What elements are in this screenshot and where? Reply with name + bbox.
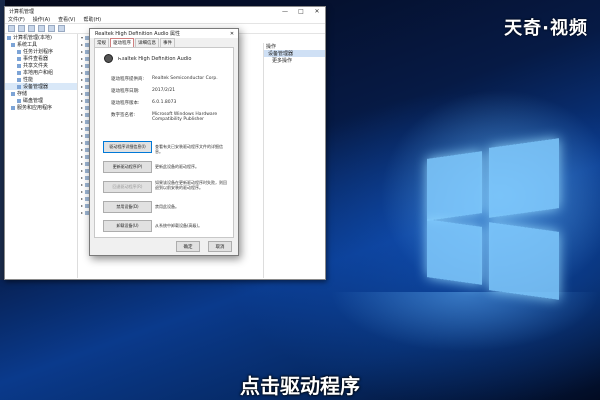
driver-version-row: 驱动程序版本: 6.0.1.8073 — [111, 100, 177, 106]
rollback-driver-desc: 如果该设备在更新驱动程序时失败，则回退到以前安装的驱动程序。 — [155, 180, 227, 190]
chevron-down-icon: ▾ — [81, 35, 84, 40]
more-actions-link[interactable]: 更多操作 — [264, 57, 325, 64]
tree-item-disk-management[interactable]: 磁盘管理 — [5, 97, 77, 104]
uninstall-device-button[interactable]: 卸载设备(U) — [103, 220, 152, 232]
navigation-tree: 计算机管理(本地) 系统工具 任务计划程序 事件查看器 共享文件夹 本地用户和组… — [5, 34, 78, 278]
title-bar: 计算机管理 — □ ✕ — [5, 7, 325, 16]
chevron-right-icon: ▸ — [81, 42, 84, 47]
driver-tab-panel: Realtek High Definition Audio 驱动程序提供商: Re… — [94, 47, 234, 238]
chevron-right-icon: ▸ — [81, 112, 84, 117]
chevron-right-icon: ▸ — [81, 175, 84, 180]
properties-dialog: Realtek High Definition Audio 属性 ✕ 常规 驱动… — [89, 28, 239, 256]
menu-bar: 文件(F) 操作(A) 查看(V) 帮助(H) — [5, 16, 325, 24]
chevron-right-icon: ▸ — [81, 84, 84, 89]
update-driver-desc: 更新此设备的驱动程序。 — [155, 164, 199, 169]
driver-details-desc: 查看有关已安装驱动程序文件的详细信息。 — [155, 144, 223, 154]
cancel-button[interactable]: 取消 — [208, 241, 232, 252]
ok-button[interactable]: 确定 — [176, 241, 200, 252]
tab-general[interactable]: 常规 — [94, 38, 109, 47]
tree-item-task-scheduler[interactable]: 任务计划程序 — [5, 48, 77, 55]
driver-provider-row: 驱动程序提供商: Realtek Semiconductor Corp. — [111, 76, 218, 82]
chevron-right-icon: ▸ — [81, 63, 84, 68]
storage-icon — [11, 91, 15, 96]
dialog-close-button[interactable]: ✕ — [226, 31, 238, 37]
dialog-tabs: 常规 驱动程序 详细信息 事件 — [90, 38, 238, 48]
disable-device-button[interactable]: 禁用设备(D) — [103, 201, 152, 213]
back-icon[interactable] — [8, 25, 15, 32]
digital-signer-row: 数字签名者: Microsoft Windows Hardware Compati… — [111, 112, 218, 122]
chevron-right-icon: ▸ — [81, 105, 84, 110]
tab-events[interactable]: 事件 — [160, 38, 175, 47]
scan-icon[interactable] — [58, 25, 65, 32]
chevron-right-icon: ▸ — [81, 168, 84, 173]
computer-icon — [7, 35, 11, 40]
chevron-right-icon: ▸ — [81, 77, 84, 82]
windows-logo — [405, 135, 575, 310]
tree-item-system-tools[interactable]: 系统工具 — [5, 41, 77, 48]
help-icon[interactable] — [48, 25, 55, 32]
forward-icon[interactable] — [18, 25, 25, 32]
driver-date-row: 驱动程序日期: 2017/2/21 — [111, 88, 176, 94]
speaker-icon — [104, 54, 113, 63]
performance-icon — [17, 77, 21, 82]
chevron-right-icon: ▸ — [81, 126, 84, 131]
video-caption: 点击驱动程序 — [240, 374, 360, 398]
tree-item-device-manager[interactable]: 设备管理器 — [5, 83, 77, 90]
chevron-right-icon: ▸ — [81, 56, 84, 61]
chevron-right-icon: ▸ — [81, 196, 84, 201]
tree-item-event-viewer[interactable]: 事件查看器 — [5, 55, 77, 62]
menu-action[interactable]: 操作(A) — [33, 16, 50, 23]
tree-item-performance[interactable]: 性能 — [5, 76, 77, 83]
watermark-logo: 天奇·视频 — [504, 18, 588, 39]
device-name: Realtek High Definition Audio — [118, 55, 192, 62]
uninstall-device-desc: 从系统中卸载设备(高级)。 — [155, 223, 203, 228]
update-driver-button[interactable]: 更新驱动程序(P) — [103, 161, 152, 173]
event-icon — [17, 56, 21, 61]
menu-view[interactable]: 查看(V) — [58, 16, 75, 23]
chevron-right-icon: ▸ — [81, 182, 84, 187]
chevron-right-icon: ▸ — [81, 140, 84, 145]
actions-title: 操作 — [264, 43, 325, 50]
menu-help[interactable]: 帮助(H) — [83, 16, 101, 23]
up-icon[interactable] — [28, 25, 35, 32]
chevron-right-icon: ▸ — [81, 91, 84, 96]
chevron-right-icon: ▸ — [81, 147, 84, 152]
services-icon — [11, 105, 15, 110]
driver-details-button[interactable]: 驱动程序详细信息(I) — [103, 141, 152, 153]
menu-file[interactable]: 文件(F) — [8, 16, 25, 23]
chevron-right-icon: ▸ — [81, 161, 84, 166]
device-manager-icon — [17, 84, 21, 89]
chevron-right-icon: ▸ — [81, 154, 84, 159]
chevron-right-icon: ▸ — [81, 119, 84, 124]
clock-icon — [17, 49, 21, 54]
chevron-right-icon: ▸ — [81, 203, 84, 208]
maximize-button[interactable]: □ — [293, 8, 309, 15]
tree-item-local-users[interactable]: 本地用户和组 — [5, 69, 77, 76]
chevron-right-icon: ▸ — [81, 133, 84, 138]
dialog-title-bar: Realtek High Definition Audio 属性 ✕ — [90, 29, 238, 38]
tree-item-storage[interactable]: 存储 — [5, 90, 77, 97]
chevron-right-icon: ▸ — [81, 98, 84, 103]
tab-details[interactable]: 详细信息 — [135, 38, 159, 47]
chevron-right-icon: ▸ — [81, 210, 84, 215]
chevron-right-icon: ▸ — [81, 70, 84, 75]
minimize-button[interactable]: — — [277, 8, 293, 15]
properties-icon[interactable] — [38, 25, 45, 32]
tools-icon — [11, 42, 15, 47]
chevron-right-icon: ▸ — [81, 49, 84, 54]
actions-pane: 操作 设备管理器 更多操作 — [263, 43, 325, 278]
close-button[interactable]: ✕ — [309, 8, 325, 15]
users-icon — [17, 70, 21, 75]
folder-icon — [17, 63, 21, 68]
chevron-right-icon: ▸ — [81, 189, 84, 194]
tree-item-services-apps[interactable]: 服务和应用程序 — [5, 104, 77, 111]
window-title: 计算机管理 — [9, 9, 35, 15]
disk-icon — [17, 98, 21, 103]
tree-item-shared-folders[interactable]: 共享文件夹 — [5, 62, 77, 69]
dialog-title: Realtek High Definition Audio 属性 — [95, 31, 180, 37]
tree-item-computer-management[interactable]: 计算机管理(本地) — [5, 34, 77, 41]
disable-device-desc: 禁用此设备。 — [155, 204, 179, 209]
rollback-driver-button[interactable]: 回退驱动程序(R) — [103, 181, 152, 193]
actions-section-device-manager[interactable]: 设备管理器 — [264, 50, 325, 57]
